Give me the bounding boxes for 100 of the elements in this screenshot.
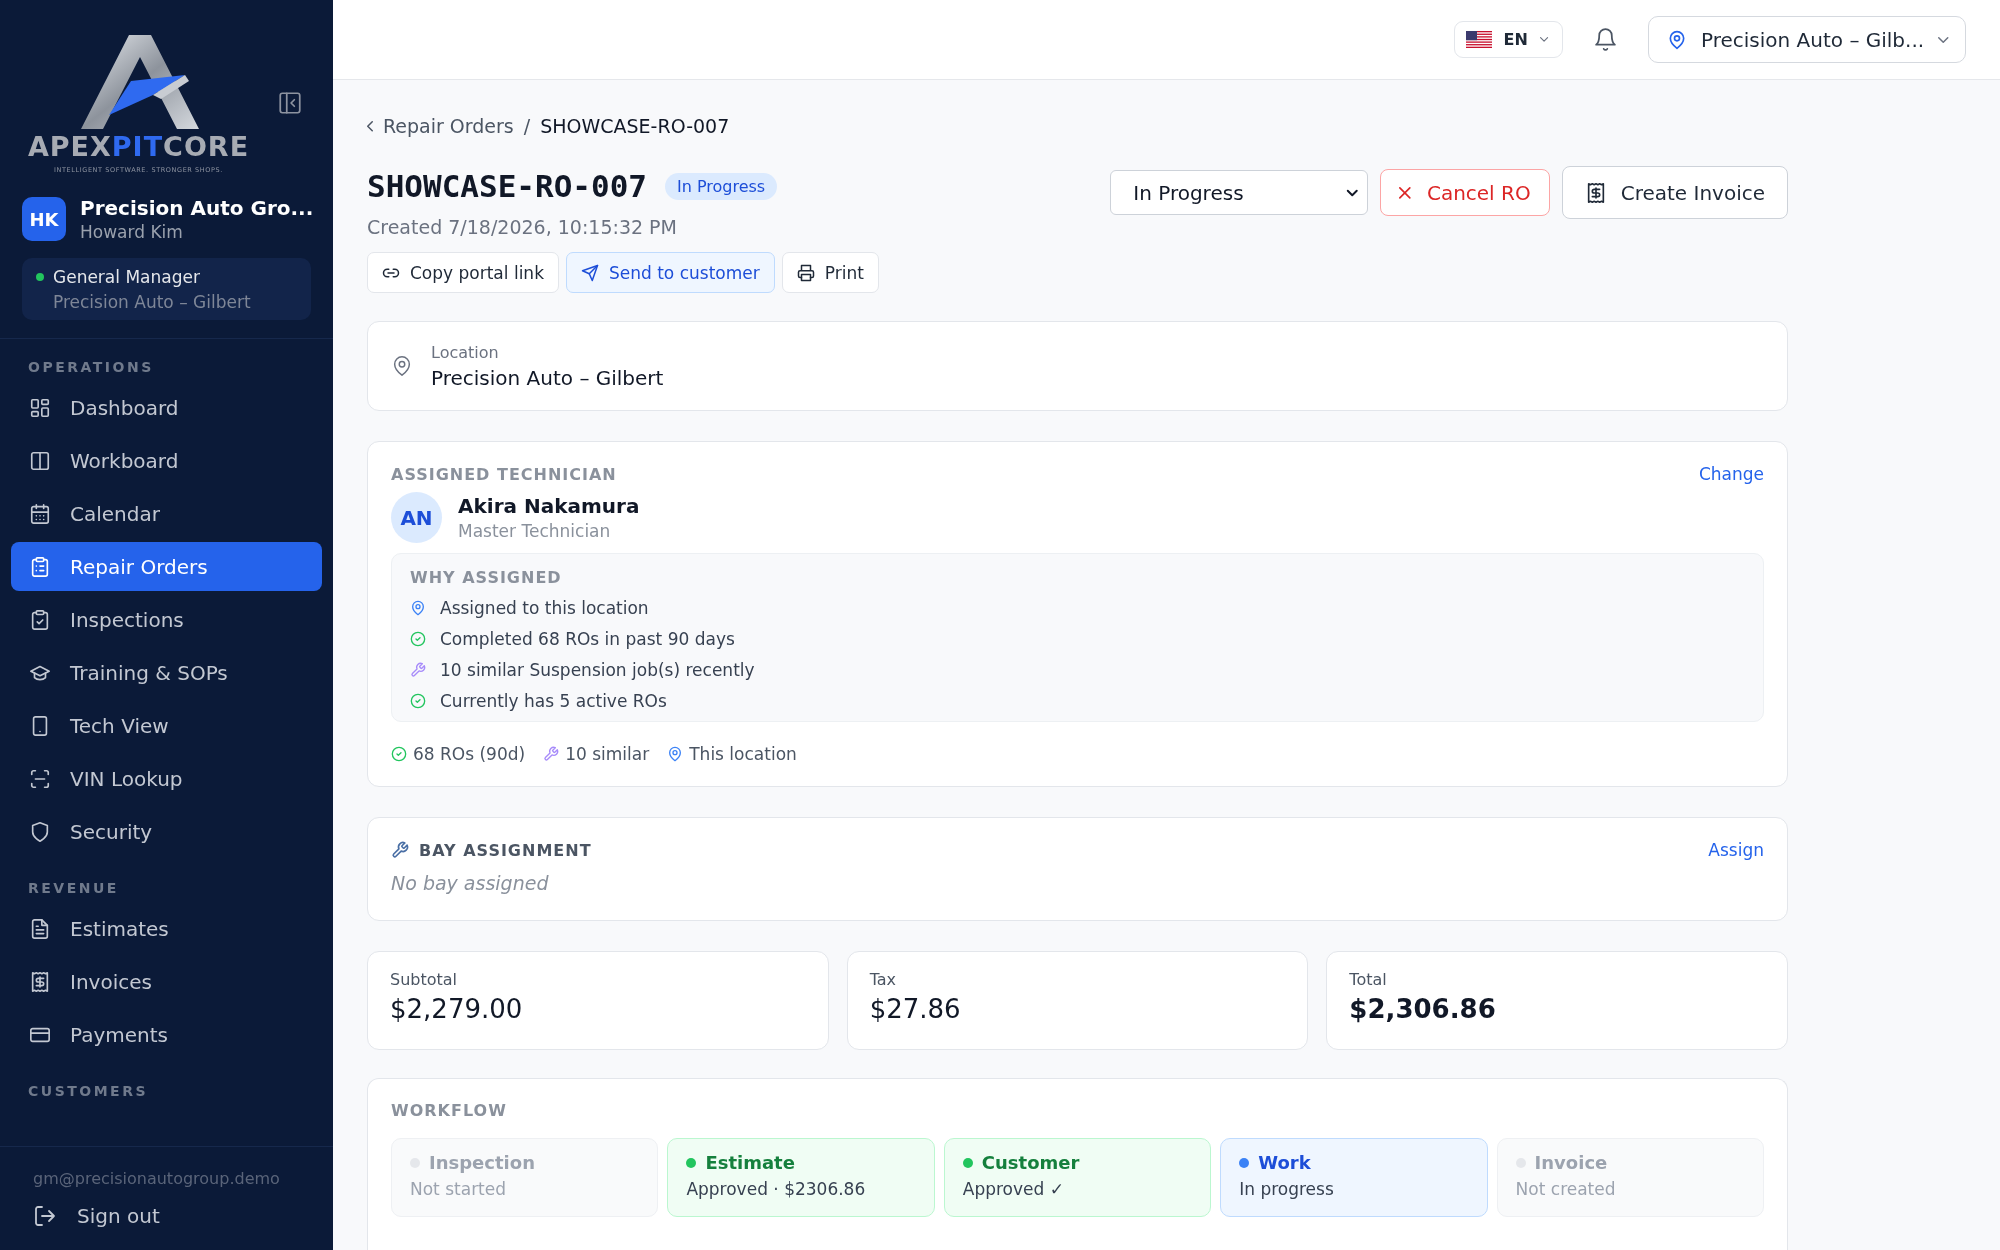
nav-item[interactable]: Dashboard <box>11 383 322 432</box>
status-badge: In Progress <box>664 172 778 200</box>
total-label: Total <box>1349 970 1388 989</box>
nav-item[interactable]: Estimates <box>11 904 322 953</box>
chevron-down-icon <box>1938 36 1949 43</box>
action-button[interactable]: Copy portal link <box>367 252 559 293</box>
step-title: Estimate <box>705 1152 795 1173</box>
reason-text: Assigned to this location <box>440 598 649 618</box>
assign-link[interactable]: Assign <box>1708 840 1764 860</box>
receipt-icon <box>29 970 51 993</box>
section-heading: REVENUE <box>27 879 120 898</box>
wrench-icon <box>543 746 560 762</box>
collapse-sidebar-button[interactable] <box>277 90 303 116</box>
status-dot <box>1239 1157 1250 1168</box>
organization-name: Precision Auto Gro... <box>80 196 314 220</box>
sign-out-button[interactable]: Sign out <box>0 1204 160 1228</box>
reason-text: Currently has 5 active ROs <box>440 691 667 711</box>
notifications-button[interactable] <box>1593 27 1618 52</box>
chevron-down-icon <box>1539 37 1548 42</box>
nav-item[interactable]: Repair Orders <box>11 542 322 591</box>
scan-icon <box>29 767 51 790</box>
action-button[interactable]: Send to customer <box>566 252 775 293</box>
location-select[interactable]: Precision Auto – Gilb... <box>1648 16 1966 63</box>
nav-item[interactable]: Inspections <box>11 595 322 644</box>
nav-item[interactable]: Training & SOPs <box>11 648 322 697</box>
step-detail: In progress <box>1239 1179 1335 1199</box>
avatar: HK <box>22 197 66 241</box>
check-circle-icon <box>410 693 426 709</box>
stat-text: This location <box>689 744 797 764</box>
empty-text: No bay assigned <box>391 872 550 894</box>
nav-item[interactable]: Workboard <box>11 436 322 485</box>
reason-text: Completed 68 ROs in past 90 days <box>440 629 735 649</box>
field-value: Precision Auto – Gilbert <box>431 365 664 390</box>
nav-item[interactable]: VIN Lookup <box>11 754 322 803</box>
status-select[interactable]: In Progress <box>1110 170 1369 215</box>
check-circle-icon <box>410 631 426 647</box>
create-invoice-button[interactable]: Create Invoice <box>1561 166 1788 219</box>
action-button[interactable]: Print <box>781 252 879 293</box>
stat-text: 68 ROs (90d) <box>413 744 526 764</box>
step-title: Inspection <box>429 1152 535 1173</box>
printer-icon <box>796 263 815 282</box>
nav-item[interactable]: Invoices <box>11 957 322 1006</box>
location-pin-icon <box>391 355 413 377</box>
check-circle-icon <box>391 746 407 762</box>
cancel-button[interactable]: Cancel RO <box>1380 169 1550 216</box>
step-title: Work <box>1258 1152 1311 1173</box>
section-heading: WHY ASSIGNED <box>410 568 563 587</box>
step-detail: Not started <box>410 1179 508 1199</box>
technician-name: Akira Nakamura <box>458 494 640 518</box>
section-heading: BAY ASSIGNMENT <box>419 840 592 860</box>
nav-item[interactable]: Payments <box>11 1010 322 1059</box>
step-detail: Approved ✓ <box>962 1179 1065 1199</box>
location-pin-icon <box>410 600 426 616</box>
shield-icon <box>29 820 51 843</box>
nav-item[interactable]: Calendar <box>11 489 322 538</box>
location-pin-icon <box>1667 29 1687 50</box>
clipboard-check-icon <box>29 608 51 631</box>
total-value: $27.86 <box>869 994 962 1024</box>
page-title: SHOWCASE-RO-007 <box>367 168 647 204</box>
role-title: General Manager <box>53 267 200 287</box>
total-label: Subtotal <box>390 970 459 989</box>
change-link[interactable]: Change <box>1698 464 1764 484</box>
step-detail: Not created <box>1515 1179 1617 1199</box>
created-date: Created 7/18/2026, 10:15:32 PM <box>367 216 678 238</box>
logout-icon <box>33 1204 57 1228</box>
user-name: Howard Kim <box>80 222 184 242</box>
status-dot <box>686 1157 697 1168</box>
section-heading: ASSIGNED TECHNICIAN <box>391 464 617 484</box>
total-label: Tax <box>869 970 898 989</box>
step-title: Customer <box>981 1152 1080 1173</box>
chevron-down-icon <box>1346 189 1358 196</box>
language-button[interactable]: EN <box>1453 21 1563 58</box>
send-icon <box>581 263 599 282</box>
step-title: Invoice <box>1534 1152 1608 1173</box>
columns-icon <box>29 449 51 472</box>
wrench-icon <box>391 841 409 859</box>
section-heading: CUSTOMERS <box>27 1082 150 1101</box>
chevron-left-icon <box>367 120 373 132</box>
technician-role: Master Technician <box>458 521 612 541</box>
section-heading: OPERATIONS <box>27 358 155 377</box>
stat-text: 10 similar <box>565 744 650 764</box>
flag-icon <box>1465 31 1492 48</box>
step-detail: Approved · $2306.86 <box>686 1179 867 1199</box>
document-icon <box>29 917 51 940</box>
section-heading: WORKFLOW <box>391 1101 508 1120</box>
grid-icon <box>29 396 51 419</box>
location-pin-icon <box>667 746 684 762</box>
user-email: gm@precisionautogroup.demo <box>32 1169 281 1188</box>
breadcrumb-separator: / <box>523 115 531 137</box>
total-value: $2,306.86 <box>1349 994 1497 1024</box>
close-icon <box>1399 186 1411 199</box>
field-label: Location <box>431 342 500 362</box>
wrench-icon <box>410 662 426 678</box>
clipboard-icon <box>29 555 51 578</box>
calendar-icon <box>29 502 51 525</box>
nav-item[interactable]: Tech View <box>11 701 322 750</box>
breadcrumb-link[interactable]: Repair Orders <box>367 115 514 137</box>
role-location: Precision Auto – Gilbert <box>53 292 252 312</box>
nav-item[interactable]: Security <box>11 807 322 856</box>
bell-icon <box>1593 27 1618 52</box>
